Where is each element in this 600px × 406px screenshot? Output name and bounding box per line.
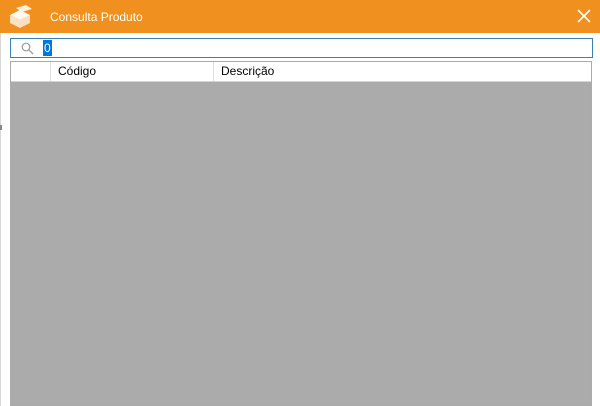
close-icon[interactable] xyxy=(577,9,591,23)
column-header-descricao[interactable]: Descrição xyxy=(214,62,591,81)
search-input-value[interactable]: 0 xyxy=(43,40,52,56)
left-border xyxy=(0,33,1,406)
window-title: Consulta Produto xyxy=(50,10,143,24)
search-input[interactable]: 0 xyxy=(43,40,583,56)
left-edge-marker xyxy=(0,125,2,130)
search-icon xyxy=(21,42,34,55)
close-button[interactable] xyxy=(572,4,596,28)
column-header-codigo[interactable]: Código xyxy=(51,62,214,81)
product-grid[interactable]: Código Descrição xyxy=(10,61,592,406)
grid-header: Código Descrição xyxy=(11,62,591,82)
grid-empty-area[interactable] xyxy=(11,82,591,405)
title-bar[interactable]: Consulta Produto xyxy=(0,0,600,33)
column-header-selector[interactable] xyxy=(11,62,51,81)
app-logo-icon xyxy=(10,5,32,28)
dialog-content: 0 Código Descrição xyxy=(0,33,600,406)
search-field[interactable]: 0 xyxy=(10,38,593,58)
